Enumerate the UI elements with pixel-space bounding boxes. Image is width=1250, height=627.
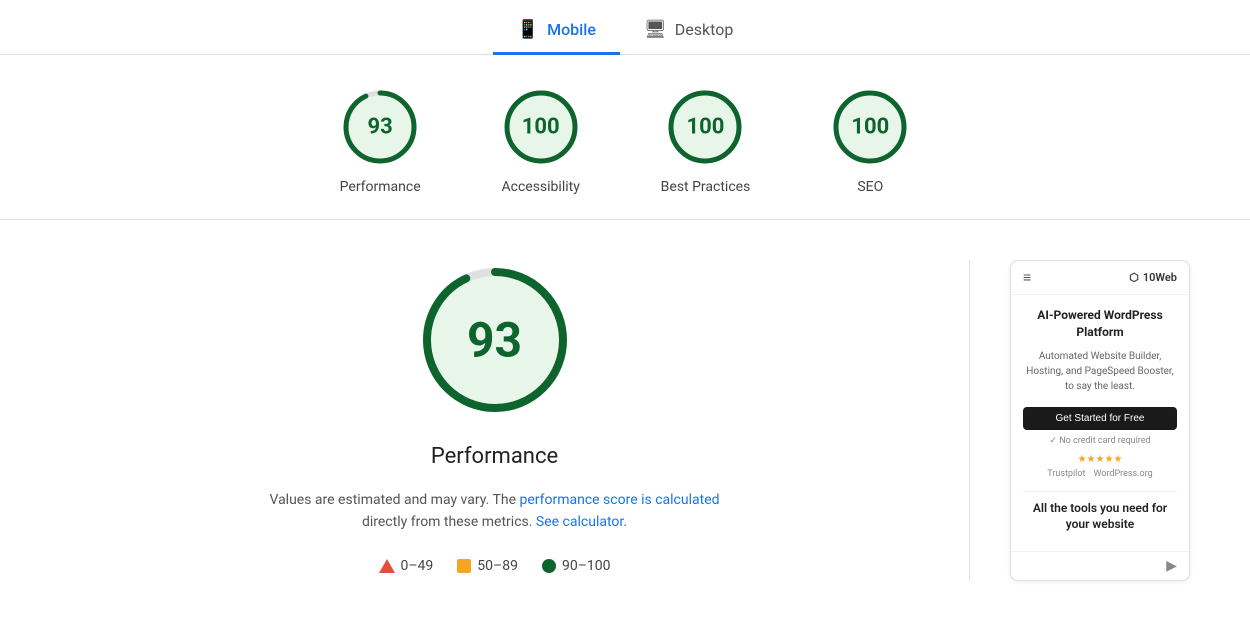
calculator-link[interactable]: See calculator <box>536 514 623 530</box>
legend-range-red: 0–49 <box>401 558 434 574</box>
logo-icon: ⬡ <box>1129 271 1139 284</box>
description-middle: directly from these metrics. <box>362 514 532 530</box>
ad-logo: ⬡ 10Web <box>1129 271 1177 284</box>
large-score-value: 93 <box>467 312 522 369</box>
score-label-best-practices: Best Practices <box>661 179 751 195</box>
main-content: 93 Performance Values are estimated and … <box>0 220 1250 621</box>
tab-mobile-label: Mobile <box>547 20 596 39</box>
ad-footer: ▶ <box>1011 551 1189 580</box>
wordpress-label: WordPress.org <box>1093 469 1152 479</box>
tab-mobile[interactable]: 📱 Mobile <box>493 9 620 55</box>
circle-icon <box>542 559 556 573</box>
score-value-accessibility: 100 <box>522 115 560 140</box>
score-value-performance: 93 <box>368 115 393 140</box>
score-best-practices: 100 Best Practices <box>661 87 751 195</box>
triangle-icon <box>379 559 395 573</box>
ad-no-card: ✓ No credit card required <box>1023 436 1177 446</box>
desktop-icon: 🖥 <box>644 19 667 40</box>
score-value-best-practices: 100 <box>687 115 725 140</box>
score-circle-best-practices: 100 <box>665 87 745 167</box>
ad-cta-button[interactable]: Get Started for Free <box>1023 407 1177 430</box>
square-icon <box>457 559 471 573</box>
legend-orange: 50–89 <box>457 558 518 574</box>
large-score-circle: 93 <box>415 260 575 420</box>
score-circle-seo: 100 <box>830 87 910 167</box>
ad-divider <box>1023 491 1177 492</box>
performance-link[interactable]: performance score is calculated <box>519 492 719 508</box>
logo-text: 10Web <box>1143 271 1177 284</box>
description-end: . <box>623 514 627 530</box>
score-accessibility: 100 Accessibility <box>501 87 581 195</box>
scores-section: 93 Performance 100 Accessibility 100 Bes… <box>0 55 1250 220</box>
score-circle-performance: 93 <box>340 87 420 167</box>
ad-stars: ★★★★★ <box>1023 454 1177 465</box>
score-label-accessibility: Accessibility <box>501 179 579 195</box>
tab-bar: 📱 Mobile 🖥 Desktop <box>0 0 1250 55</box>
score-label-performance: Performance <box>340 179 421 195</box>
left-panel: 93 Performance Values are estimated and … <box>60 260 929 581</box>
ad-body: AI-Powered WordPress Platform Automated … <box>1011 295 1189 551</box>
score-performance: 93 Performance <box>340 87 421 195</box>
trustpilot-label: Trustpilot <box>1047 469 1085 479</box>
ad-tools-title: All the tools you need for your website <box>1023 500 1177 534</box>
ad-header: ≡ ⬡ 10Web <box>1011 261 1189 295</box>
right-panel: ≡ ⬡ 10Web AI-Powered WordPress Platform … <box>1010 260 1190 581</box>
score-value-seo: 100 <box>851 115 889 140</box>
legend-green: 90–100 <box>542 558 611 574</box>
legend-range-orange: 50–89 <box>477 558 518 574</box>
tab-desktop-label: Desktop <box>675 20 734 39</box>
menu-icon: ≡ <box>1023 269 1031 286</box>
score-label-seo: SEO <box>857 179 883 195</box>
content-divider <box>969 260 970 581</box>
legend-red: 0–49 <box>379 558 434 574</box>
ad-title: AI-Powered WordPress Platform <box>1023 307 1177 341</box>
performance-title: Performance <box>431 444 558 469</box>
ad-arrow-icon[interactable]: ▶ <box>1166 558 1177 574</box>
tab-desktop[interactable]: 🖥 Desktop <box>620 9 757 55</box>
description-before: Values are estimated and may vary. The <box>269 492 516 508</box>
ad-trust: Trustpilot WordPress.org <box>1023 469 1177 479</box>
score-seo: 100 SEO <box>830 87 910 195</box>
ad-subtitle: Automated Website Builder, Hosting, and … <box>1023 349 1177 394</box>
ad-card: ≡ ⬡ 10Web AI-Powered WordPress Platform … <box>1010 260 1190 581</box>
mobile-icon: 📱 <box>517 19 539 40</box>
description: Values are estimated and may vary. The p… <box>269 489 719 534</box>
legend: 0–49 50–89 90–100 <box>379 558 611 574</box>
legend-range-green: 90–100 <box>562 558 611 574</box>
score-circle-accessibility: 100 <box>501 87 581 167</box>
